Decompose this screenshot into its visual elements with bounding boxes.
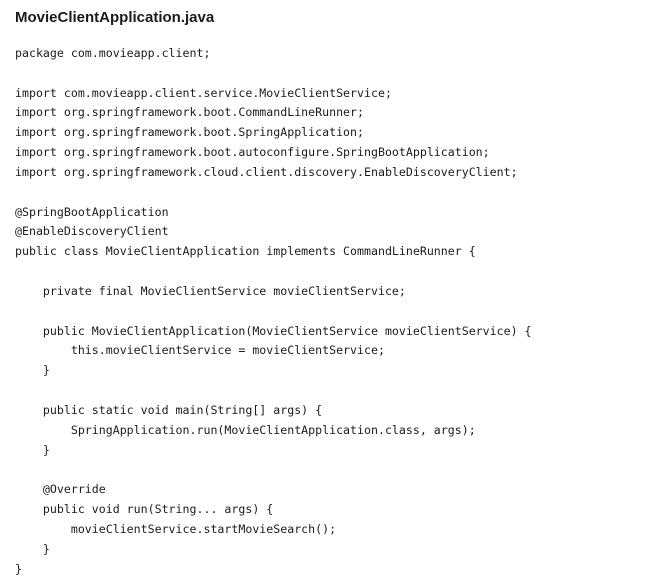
code-line: @EnableDiscoveryClient <box>15 224 169 239</box>
code-block: package com.movieapp.client; import com.m… <box>15 44 645 579</box>
code-line: movieClientService.startMovieSearch(); <box>15 521 337 536</box>
code-line: } <box>15 363 50 378</box>
code-line: import org.springframework.boot.SpringAp… <box>15 125 365 140</box>
code-line: @SpringBootApplication <box>15 204 169 219</box>
code-line: @Override <box>15 482 106 497</box>
code-line: public MovieClientApplication(MovieClien… <box>15 323 532 338</box>
code-line: SpringApplication.run(MovieClientApplica… <box>15 422 476 437</box>
code-line: public static void main(String[] args) { <box>15 402 323 417</box>
code-line: package com.movieapp.client; <box>15 46 211 60</box>
code-line: this.movieClientService = movieClientSer… <box>15 343 385 358</box>
file-title: MovieClientApplication.java <box>15 9 215 26</box>
code-line: public void run(String... args) { <box>15 502 274 517</box>
code-line: import org.springframework.cloud.client.… <box>15 164 518 179</box>
code-line: import com.movieapp.client.service.Movie… <box>15 85 392 100</box>
code-line: } <box>15 442 50 457</box>
code-line: private final MovieClientService movieCl… <box>15 283 406 298</box>
code-line: } <box>15 541 50 556</box>
code-line: } <box>15 561 22 576</box>
code-line: public class MovieClientApplication impl… <box>15 244 476 259</box>
code-line: import org.springframework.boot.CommandL… <box>15 105 365 120</box>
code-line: import org.springframework.boot.autoconf… <box>15 145 490 160</box>
